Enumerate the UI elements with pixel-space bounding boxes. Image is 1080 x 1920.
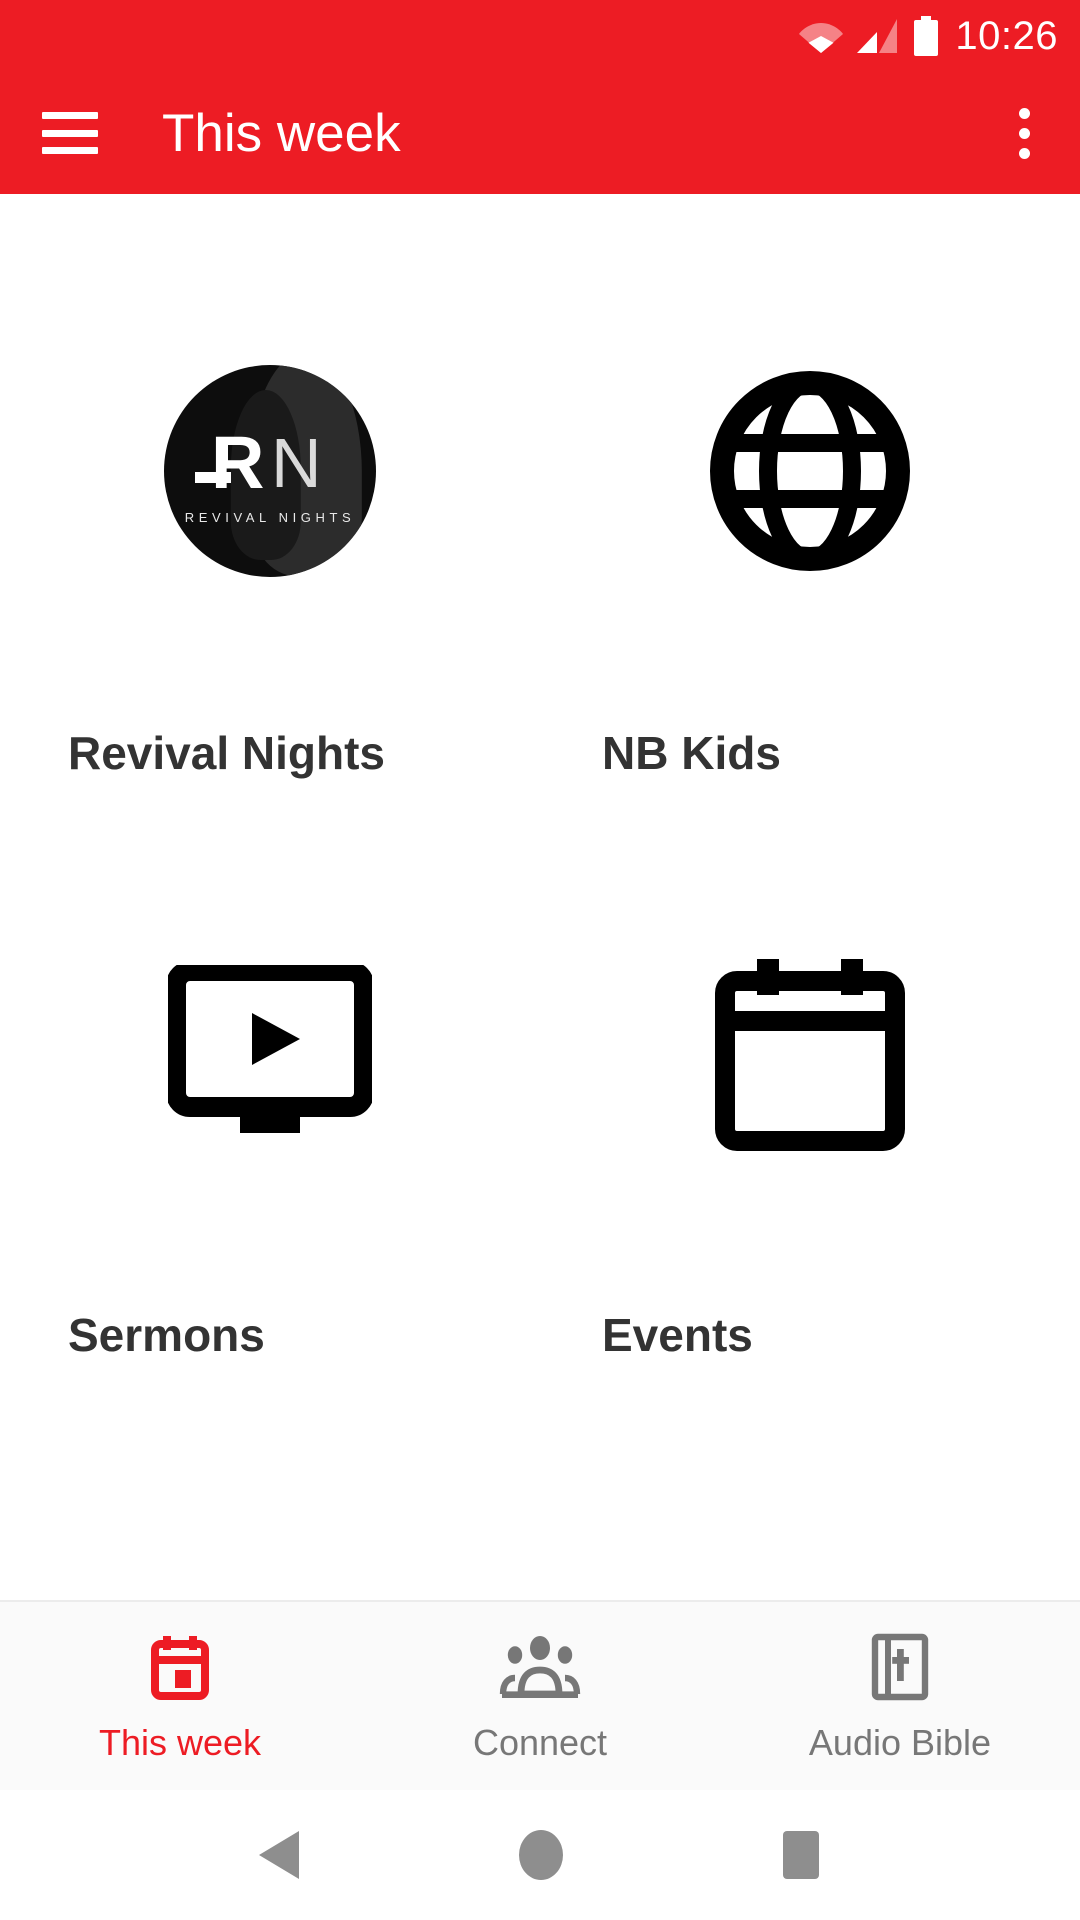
tab-label-connect: Connect [472, 1722, 608, 1763]
people-group-icon [499, 1631, 581, 1703]
calendar-icon [540, 888, 1080, 1218]
status-bar-clock: 10:26 [955, 14, 1058, 58]
overflow-menu-icon[interactable] [996, 105, 1052, 161]
app-screen: 10:26 This week R N REVIVAL NIGHTS Reviv… [0, 0, 1080, 1920]
wifi-icon [799, 19, 844, 53]
logo-subtext: REVIVAL NIGHTS [184, 509, 356, 525]
calendar-today-icon [149, 1631, 211, 1703]
tile-nb-kids[interactable]: NB Kids [540, 194, 1080, 776]
tile-revival-nights[interactable]: R N REVIVAL NIGHTS Revival Nights [0, 194, 540, 776]
tile-events[interactable]: Events [540, 776, 1080, 1358]
status-bar: 10:26 [0, 0, 1080, 72]
square-recents-icon[interactable] [779, 1829, 823, 1881]
tile-label-sermons: Sermons [68, 1309, 265, 1361]
tab-connect[interactable]: Connect [360, 1602, 720, 1790]
android-navigation-bar [0, 1790, 1080, 1920]
tab-label-this-week: This week [98, 1722, 262, 1763]
tab-label-audio-bible: Audio Bible [808, 1722, 992, 1763]
triangle-back-icon[interactable] [257, 1829, 303, 1881]
tile-label-events: Events [602, 1309, 753, 1361]
circle-home-icon[interactable] [517, 1829, 565, 1881]
logo-initials: R [211, 420, 265, 504]
tv-play-icon [0, 888, 540, 1218]
tab-audio-bible[interactable]: Audio Bible [720, 1602, 1080, 1790]
status-bar-icons [799, 16, 939, 56]
revival-nights-logo: R N REVIVAL NIGHTS [0, 306, 540, 636]
main-content: R N REVIVAL NIGHTS Revival Nights NB Kid… [0, 194, 1080, 1600]
hamburger-menu-icon[interactable] [42, 112, 98, 154]
tile-label-nb-kids: NB Kids [602, 727, 781, 779]
battery-full-icon [913, 16, 939, 56]
tab-this-week[interactable]: This week [0, 1602, 360, 1790]
globe-icon [540, 306, 1080, 636]
tile-sermons[interactable]: Sermons [0, 776, 540, 1358]
tile-label-revival-nights: Revival Nights [68, 727, 385, 779]
app-bar: This week [0, 72, 1080, 194]
bible-book-icon [871, 1631, 929, 1703]
page-title: This week [162, 103, 401, 163]
bottom-tab-bar: This week Connect Audio Bible [0, 1600, 1080, 1790]
tile-grid: R N REVIVAL NIGHTS Revival Nights NB Kid… [0, 194, 1080, 1358]
cellular-signal-icon [857, 19, 899, 53]
